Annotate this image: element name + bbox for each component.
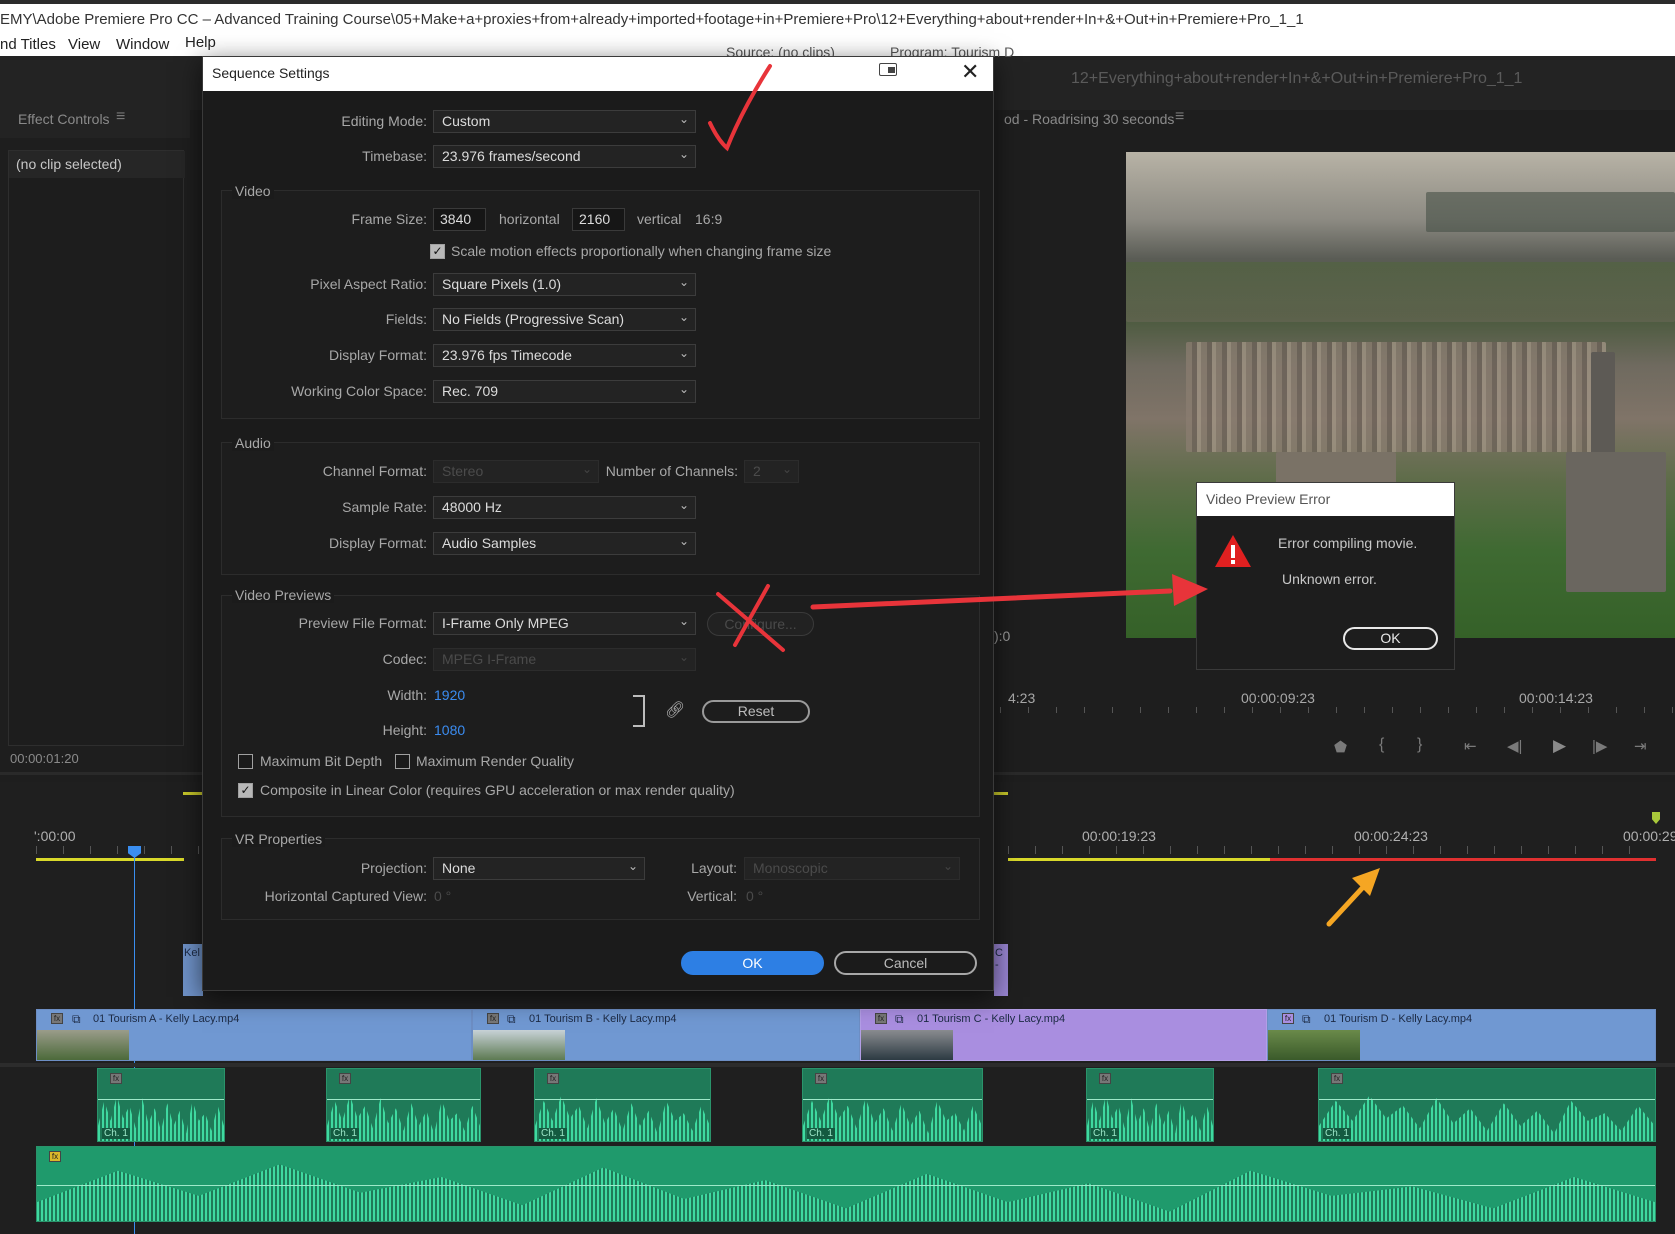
red-x-annotation — [716, 592, 785, 652]
annotation-overlay — [708, 64, 1380, 927]
red-arrow-head — [1172, 574, 1208, 606]
orange-arrow-annotation — [1326, 881, 1369, 927]
red-arrow-annotation — [810, 588, 1173, 610]
red-check-annotation — [708, 64, 772, 152]
